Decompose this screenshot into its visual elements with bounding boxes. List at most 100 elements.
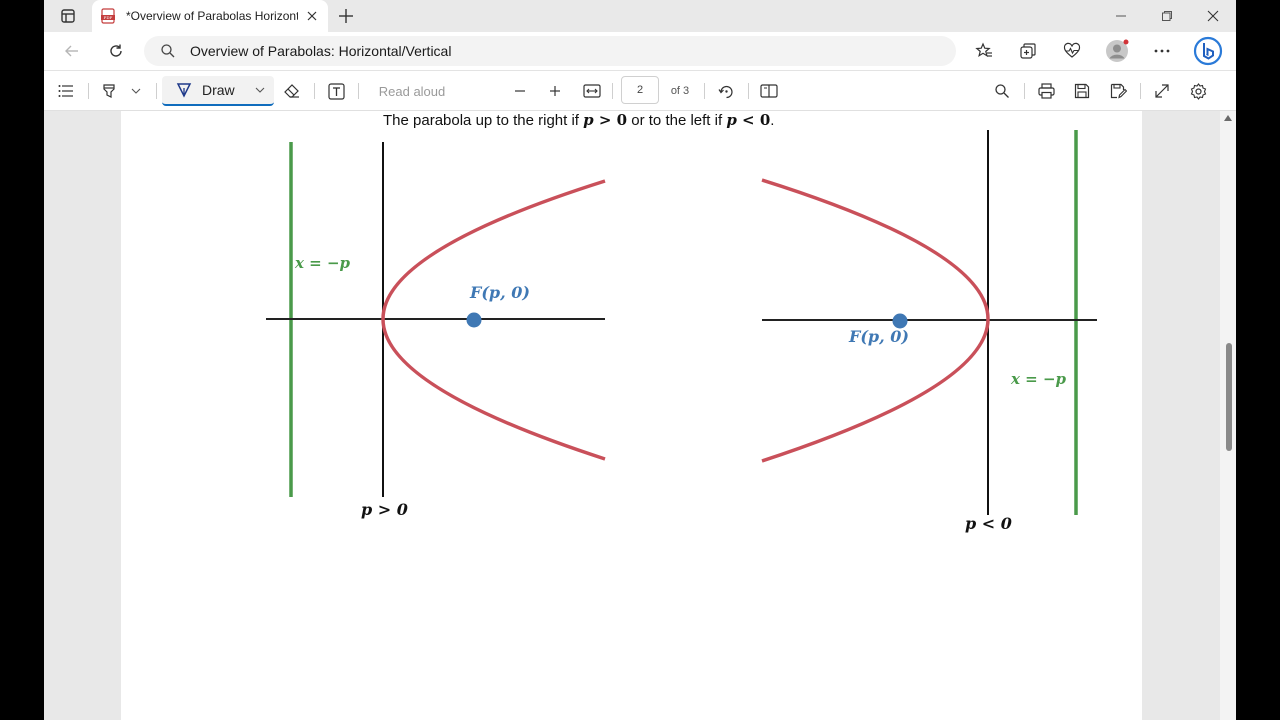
address-bar[interactable]: Overview of Parabolas: Horizontal/Vertic… <box>144 36 956 66</box>
arrow-left-icon <box>65 45 78 57</box>
star-add-icon <box>975 42 992 57</box>
page-number-input[interactable]: 2 <box>621 76 659 104</box>
printer-icon <box>1037 83 1055 99</box>
tab-active[interactable]: PDF *Overview of Parabolas Horizonta <box>92 0 328 32</box>
save-as-button[interactable] <box>1108 81 1128 101</box>
highlight-button[interactable] <box>99 81 119 101</box>
fit-to-width-button[interactable] <box>582 81 602 101</box>
toolbar-separator <box>88 83 89 99</box>
save-as-icon <box>1110 83 1127 99</box>
expand-icon <box>1155 84 1169 98</box>
minus-icon <box>515 90 525 92</box>
focus-point-left <box>466 312 482 328</box>
pdf-settings-button[interactable] <box>1188 81 1208 101</box>
contents-button[interactable] <box>56 81 76 101</box>
close-icon <box>307 11 317 21</box>
scroll-up-icon[interactable] <box>1224 115 1232 121</box>
condition-label-left: p > 0 <box>361 500 408 519</box>
more-horizontal-icon <box>1154 49 1170 53</box>
back-button[interactable] <box>60 40 84 62</box>
copilot-button[interactable] <box>1192 36 1224 66</box>
pen-icon <box>176 83 192 98</box>
search-icon <box>995 84 1009 98</box>
toolbar-separator <box>156 83 157 99</box>
browser-window: PDF *Overview of Parabolas Horizonta Ove… <box>44 0 1236 720</box>
read-aloud-label: Read aloud <box>378 83 446 99</box>
scrollbar-thumb[interactable] <box>1226 343 1232 451</box>
print-button[interactable] <box>1036 81 1056 101</box>
bing-chat-icon <box>1193 36 1223 66</box>
parabola-diagrams: x = −p F(p, 0) p > 0 x = −p F(p, 0) p < … <box>266 130 1097 533</box>
fit-width-icon <box>583 84 601 98</box>
zoom-out-button[interactable] <box>510 81 530 101</box>
save-icon <box>1074 83 1090 99</box>
chevron-down-icon <box>255 87 265 93</box>
plus-icon <box>339 9 353 23</box>
text-box-icon <box>327 82 345 100</box>
read-aloud-button[interactable]: Read aloud <box>374 81 450 101</box>
toolbar-separator <box>1140 83 1141 99</box>
profile-button[interactable] <box>1104 36 1130 66</box>
page-total: of 3 <box>670 85 690 97</box>
erase-button[interactable] <box>282 81 302 101</box>
add-text-button[interactable] <box>326 81 346 101</box>
directrix-label-left: x = −p <box>294 254 351 272</box>
pdf-viewer[interactable]: The parabola up to the right if p > 0 or… <box>44 111 1236 720</box>
svg-text:PDF: PDF <box>104 15 113 20</box>
new-tab-button[interactable] <box>336 6 356 26</box>
vertical-scrollbar[interactable] <box>1220 111 1236 720</box>
focus-label-left: F(p, 0) <box>469 283 530 302</box>
draw-label: Draw <box>202 82 235 98</box>
directrix-label-right: x = −p <box>1010 370 1067 388</box>
window-controls <box>1098 0 1236 32</box>
condition-label-right: p < 0 <box>965 514 1012 533</box>
refresh-button[interactable] <box>104 40 128 62</box>
zoom-in-button[interactable] <box>545 81 565 101</box>
search-icon <box>160 43 176 59</box>
plus-icon <box>550 86 560 96</box>
browser-essentials-button[interactable] <box>1060 36 1084 66</box>
collections-button[interactable] <box>1016 36 1040 66</box>
settings-more-button[interactable] <box>1150 36 1174 66</box>
restore-button[interactable] <box>1144 0 1190 32</box>
favorites-button[interactable] <box>972 36 996 66</box>
eraser-icon <box>284 84 299 98</box>
rotate-icon <box>718 85 733 98</box>
tab-title: *Overview of Parabolas Horizonta <box>126 9 298 23</box>
tab-actions-button[interactable] <box>56 6 80 26</box>
fullscreen-button[interactable] <box>1152 81 1172 101</box>
close-window-button[interactable] <box>1190 0 1236 32</box>
toolbar-separator <box>1024 83 1025 99</box>
page-view-button[interactable] <box>759 81 779 101</box>
highlight-dropdown[interactable] <box>128 81 144 101</box>
two-page-view-icon <box>760 84 778 98</box>
toolbar-separator <box>612 83 613 99</box>
pdf-page: The parabola up to the right if p > 0 or… <box>121 111 1142 720</box>
pdf-toolbar: Draw Read aloud 2 of 3 <box>44 70 1236 111</box>
minimize-icon <box>1116 15 1126 17</box>
toolbar-separator <box>704 83 705 99</box>
restore-icon <box>1162 11 1172 21</box>
gear-icon <box>1190 82 1206 100</box>
list-icon <box>58 85 73 97</box>
refresh-icon <box>110 44 122 57</box>
navigation-bar: Overview of Parabolas: Horizontal/Vertic… <box>44 32 1236 70</box>
tab-close-button[interactable] <box>304 8 320 24</box>
avatar-icon <box>1106 39 1129 62</box>
toolbar-separator <box>314 83 315 99</box>
draw-button[interactable]: Draw <box>162 76 274 106</box>
toolbar-separator <box>358 83 359 99</box>
rotate-button[interactable] <box>716 81 736 101</box>
focus-label-right: F(p, 0) <box>848 327 909 346</box>
pdf-file-icon: PDF <box>101 8 115 24</box>
find-button[interactable] <box>992 81 1012 101</box>
highlighter-icon <box>103 84 115 98</box>
save-button[interactable] <box>1072 81 1092 101</box>
minimize-button[interactable] <box>1098 0 1144 32</box>
heart-pulse-icon <box>1063 42 1081 58</box>
close-icon <box>1207 10 1219 22</box>
tab-strip: PDF *Overview of Parabolas Horizonta <box>44 0 1236 32</box>
address-text: Overview of Parabolas: Horizontal/Vertic… <box>190 43 452 59</box>
toolbar-separator <box>748 83 749 99</box>
tab-actions-icon <box>61 9 75 23</box>
